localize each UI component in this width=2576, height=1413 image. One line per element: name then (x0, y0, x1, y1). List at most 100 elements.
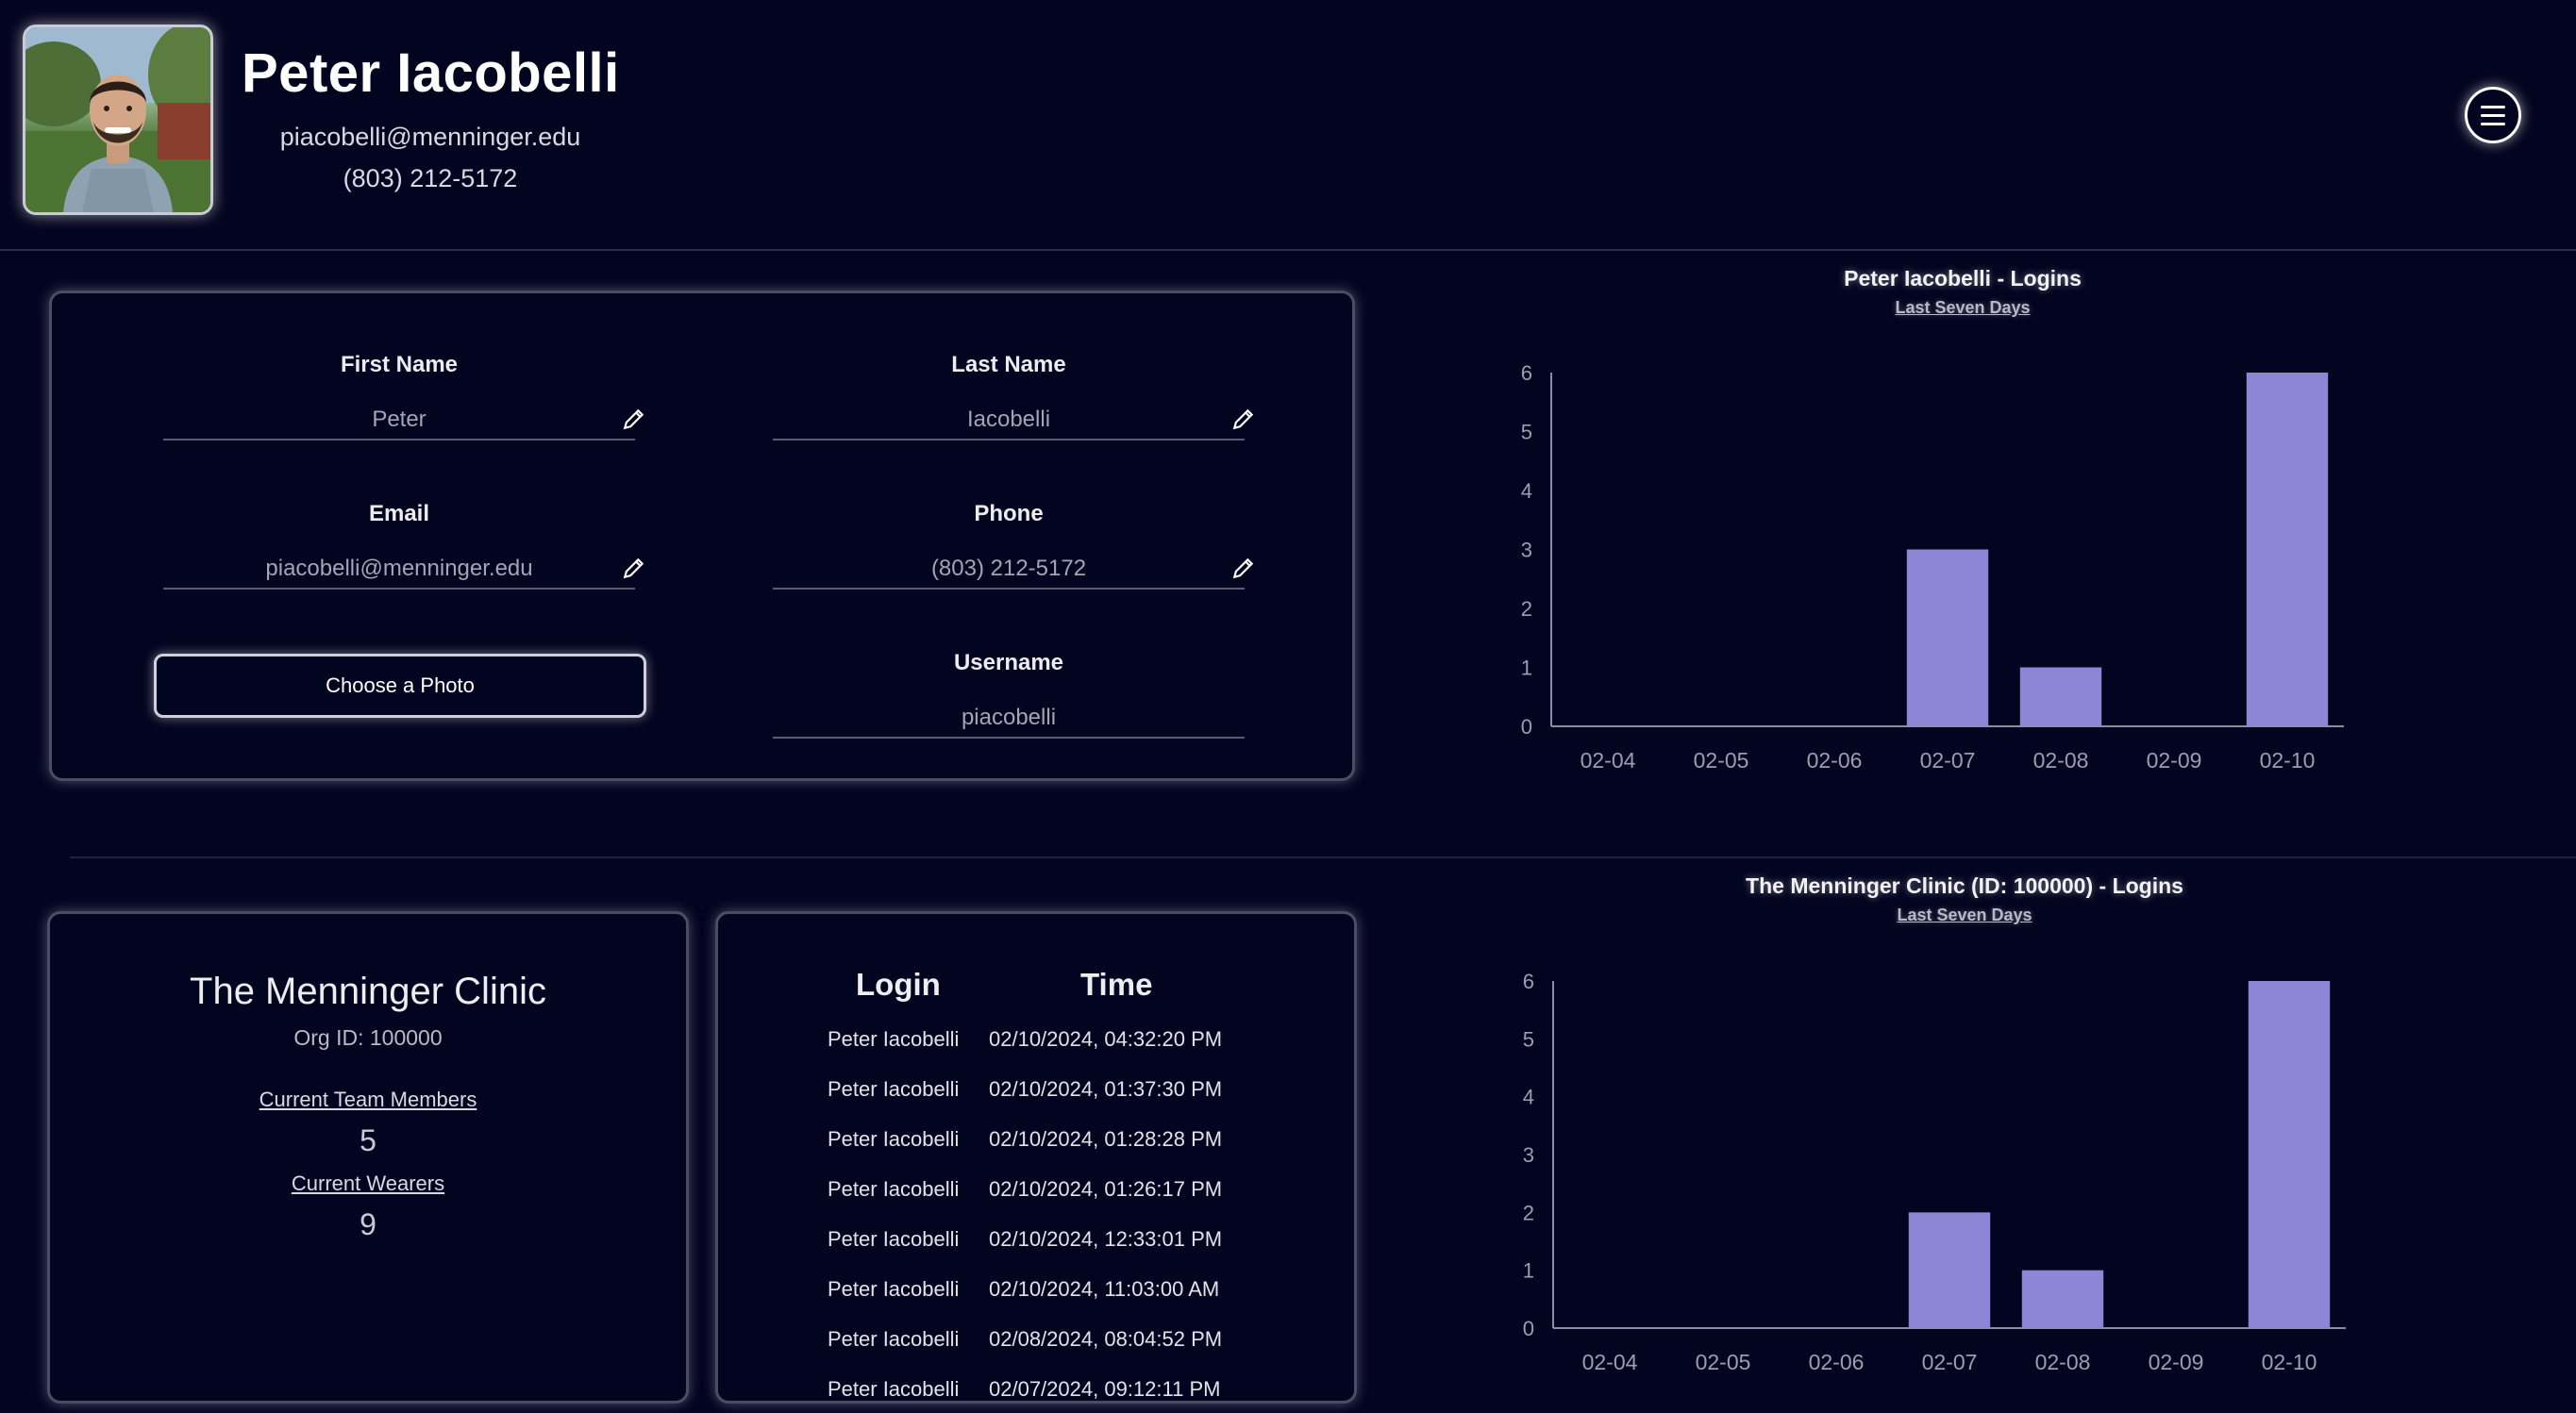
table-row: Peter Iacobelli 02/07/2024, 09:12:11 PM (718, 1377, 1354, 1401)
user-logins-chart: 0 1 2 3 4 5 6 02-04 02-05 02-06 02-07 02-08 02-09 02-… (1521, 361, 2344, 773)
menu-button[interactable] (2465, 87, 2521, 143)
email-field: Email piacobelli@menninger.edu (163, 501, 644, 590)
login-time-cell: 02/10/2024, 11:03:00 AM (989, 1277, 1220, 1301)
x-tick-label: 02-07 (1920, 748, 1976, 773)
y-tick-label: 3 (1521, 539, 1532, 562)
x-tick-label: 02-08 (2035, 1350, 2091, 1374)
login-time-cell: 02/10/2024, 01:28:28 PM (989, 1127, 1223, 1151)
email-label: Email (368, 501, 430, 526)
x-tick-label: 02-08 (2033, 748, 2089, 773)
x-tick-label: 02-07 (1922, 1350, 1978, 1374)
login-user-cell: Peter Iacobelli (828, 1177, 960, 1201)
phone-label: Phone (974, 501, 1044, 526)
login-user-cell: Peter Iacobelli (828, 1127, 960, 1151)
username-field: Username piacobelli (773, 650, 1245, 739)
x-tick-label: 02-05 (1694, 748, 1749, 773)
choose-photo-button[interactable]: Choose a Photo (154, 654, 646, 718)
chart-subtitle: Last Seven Days (1897, 906, 2032, 924)
profile-phone: (803) 212-5172 (343, 164, 518, 192)
wearers-link[interactable]: Current Wearers (50, 1172, 686, 1196)
first-name-field: First Name Peter (163, 352, 644, 441)
x-tick-label: 02-04 (1581, 748, 1636, 773)
last-name-field: Last Name Iacobelli (773, 352, 1254, 441)
profile-header: Peter Iacobelli piacobelli@menninger.edu… (0, 0, 2576, 251)
phone-field: Phone (803) 212-5172 (773, 501, 1254, 590)
login-user-cell: Peter Iacobelli (828, 1077, 960, 1101)
column-header-time: Time (1080, 967, 1153, 1002)
organization-card: The Menninger Clinic Org ID: 100000 Curr… (47, 911, 689, 1404)
logins-table-card[interactable]: Login Time Peter Iacobelli 02/10/2024, 04… (715, 911, 1357, 1404)
last-name-value: Iacobelli (966, 407, 1051, 432)
login-user-cell: Peter Iacobelli (828, 1277, 960, 1301)
x-tick-label: 02-06 (1807, 748, 1863, 773)
email-input[interactable]: piacobelli@menninger.edu (163, 550, 644, 590)
team-members-link[interactable]: Current Team Members (50, 1088, 686, 1112)
avatar (23, 25, 213, 215)
hamburger-icon (2481, 103, 2505, 128)
first-name-label: First Name (340, 352, 459, 377)
login-user-cell: Peter Iacobelli (828, 1327, 960, 1351)
x-tick-label: 02-09 (2147, 748, 2202, 773)
column-header-login: Login (856, 967, 941, 1002)
email-value: piacobelli@menninger.edu (265, 556, 533, 581)
team-members-count: 5 (360, 1123, 376, 1157)
avatar-photo (25, 27, 210, 212)
phone-value: (803) 212-5172 (930, 556, 1087, 581)
bar (2246, 373, 2329, 726)
y-tick-label: 4 (1521, 479, 1532, 503)
x-tick-label: 02-09 (2149, 1350, 2204, 1374)
table-row: Peter Iacobelli 02/10/2024, 01:37:30 PM (718, 1077, 1354, 1115)
y-tick-label: 0 (1521, 715, 1532, 739)
phone-input[interactable]: (803) 212-5172 (773, 550, 1254, 590)
y-tick-label: 3 (1523, 1143, 1534, 1167)
login-user-cell: Peter Iacobelli (828, 1377, 960, 1401)
x-tick-label: 02-05 (1696, 1350, 1751, 1374)
bar (2248, 981, 2331, 1328)
x-tick-label: 02-06 (1809, 1350, 1865, 1374)
bar (1906, 549, 1989, 726)
table-row: Peter Iacobelli 02/10/2024, 12:33:01 PM (718, 1227, 1354, 1265)
profile-name: Peter Iacobelli (242, 42, 620, 104)
username-value: piacobelli (961, 705, 1057, 730)
pencil-icon[interactable] (622, 556, 646, 580)
y-tick-label: 2 (1521, 597, 1532, 621)
profile-email: piacobelli@menninger.edu (279, 123, 581, 151)
table-row: Peter Iacobelli 02/10/2024, 01:28:28 PM (718, 1127, 1354, 1165)
login-user-cell: Peter Iacobelli (828, 1227, 960, 1251)
pencil-icon[interactable] (1231, 556, 1256, 580)
y-tick-label: 1 (1523, 1259, 1534, 1283)
y-tick-label: 4 (1523, 1086, 1534, 1109)
last-name-label: Last Name (951, 352, 1066, 377)
profile-form-card: First Name Peter Last Name Iacobelli Ema… (49, 291, 1355, 781)
last-name-input[interactable]: Iacobelli (773, 401, 1254, 441)
login-time-cell: 02/10/2024, 12:33:01 PM (989, 1227, 1223, 1251)
table-row: Peter Iacobelli 02/10/2024, 01:26:17 PM (718, 1177, 1354, 1215)
login-time-cell: 02/10/2024, 01:37:30 PM (989, 1077, 1223, 1101)
login-time-cell: 02/10/2024, 01:26:17 PM (989, 1177, 1223, 1201)
bar (2021, 1270, 2104, 1328)
table-row: Peter Iacobelli 02/10/2024, 11:03:00 AM (718, 1277, 1354, 1315)
y-tick-label: 1 (1521, 657, 1532, 680)
table-row: Peter Iacobelli 02/10/2024, 04:32:20 PM (718, 1027, 1354, 1065)
username-label: Username (953, 650, 1064, 675)
y-tick-label: 2 (1523, 1201, 1534, 1224)
profile-page: Peter Iacobelli piacobelli@menninger.edu… (0, 0, 2576, 1413)
bar (1908, 1212, 1991, 1328)
first-name-input[interactable]: Peter (163, 401, 644, 441)
x-tick-label: 02-10 (2260, 748, 2316, 773)
first-name-value: Peter (372, 407, 427, 432)
bar (2019, 667, 2102, 726)
x-tick-label: 02-10 (2262, 1350, 2317, 1374)
pencil-icon[interactable] (622, 407, 646, 431)
y-tick-label: 6 (1521, 361, 1532, 385)
table-row: Peter Iacobelli 02/08/2024, 08:04:52 PM (718, 1327, 1354, 1365)
y-tick-label: 6 (1523, 970, 1534, 993)
y-tick-label: 0 (1523, 1317, 1534, 1340)
chart-title: The Menninger Clinic (ID: 100000) - Logi… (1746, 873, 2183, 898)
section-divider (70, 856, 2576, 858)
wearers-count: 9 (360, 1207, 376, 1241)
login-time-cell: 02/10/2024, 04:32:20 PM (989, 1027, 1223, 1051)
org-name: The Menninger Clinic (190, 971, 546, 1012)
pencil-icon[interactable] (1231, 407, 1256, 431)
login-user-cell: Peter Iacobelli (828, 1027, 960, 1051)
